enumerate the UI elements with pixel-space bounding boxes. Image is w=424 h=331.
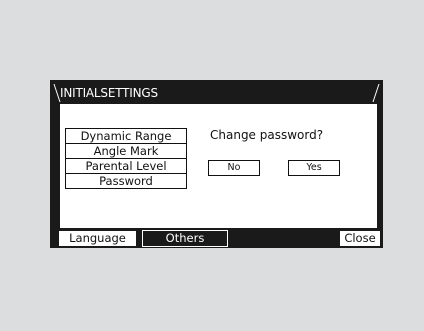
dialog-prompt: Change password? <box>210 128 324 142</box>
tab-others[interactable]: Others <box>142 230 228 247</box>
settings-menu: Dynamic Range Angle Mark Parental Level … <box>65 128 187 189</box>
no-button[interactable]: No <box>208 160 260 176</box>
menu-item-parental-level[interactable]: Parental Level <box>66 159 186 174</box>
menu-item-dynamic-range[interactable]: Dynamic Range <box>66 129 186 144</box>
title-bar: INITIALSETTINGS <box>50 80 383 104</box>
tab-language[interactable]: Language <box>59 231 136 246</box>
window-title: INITIALSETTINGS <box>60 86 158 100</box>
settings-panel: Dynamic Range Angle Mark Parental Level … <box>60 104 377 228</box>
tv-screen: INITIALSETTINGS Dynamic Range Angle Mark… <box>50 80 383 248</box>
close-button[interactable]: Close <box>340 231 380 246</box>
yes-button[interactable]: Yes <box>288 160 340 176</box>
bottom-tab-bar: Language Others Close <box>50 228 383 248</box>
menu-item-angle-mark[interactable]: Angle Mark <box>66 144 186 159</box>
menu-item-password[interactable]: Password <box>66 174 186 188</box>
